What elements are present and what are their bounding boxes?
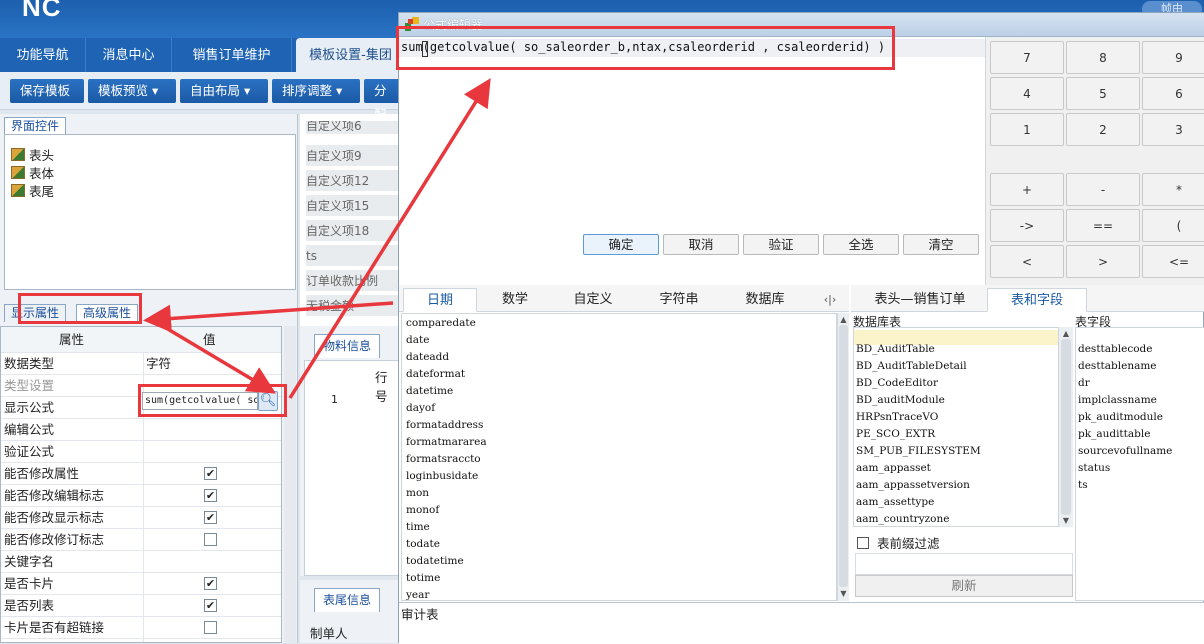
- arrow-to-advanced-tab: [143, 301, 394, 333]
- arrow-to-formula-field: [155, 320, 277, 394]
- arrow-to-formula: [288, 78, 491, 399]
- annotation-arrows: [143, 78, 491, 399]
